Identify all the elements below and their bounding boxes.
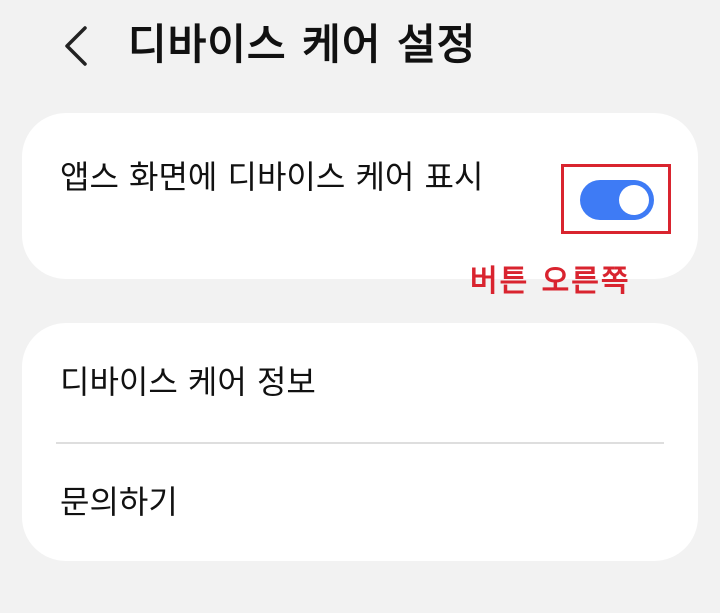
menu-item-label: 문의하기 xyxy=(60,483,178,521)
chevron-left-icon xyxy=(65,26,87,66)
menu-item-label: 디바이스 케어 정보 xyxy=(60,363,316,401)
back-button[interactable] xyxy=(52,20,100,72)
app-header: 디바이스 케어 설정 xyxy=(0,0,720,96)
annotation-label: 버튼 오른쪽 xyxy=(470,264,631,299)
show-on-apps-screen-toggle[interactable] xyxy=(580,180,654,220)
menu-card: 디바이스 케어 정보 문의하기 xyxy=(22,323,698,561)
toggle-highlight-box xyxy=(561,164,671,234)
page-title: 디바이스 케어 설정 xyxy=(128,20,477,69)
menu-item-contact-us[interactable]: 문의하기 xyxy=(22,443,698,561)
toggle-label: 앱스 화면에 디바이스 케어 표시 xyxy=(60,158,484,196)
menu-item-device-care-info[interactable]: 디바이스 케어 정보 xyxy=(22,323,698,441)
toggle-card: 앱스 화면에 디바이스 케어 표시 xyxy=(22,113,698,279)
toggle-knob xyxy=(619,185,649,215)
